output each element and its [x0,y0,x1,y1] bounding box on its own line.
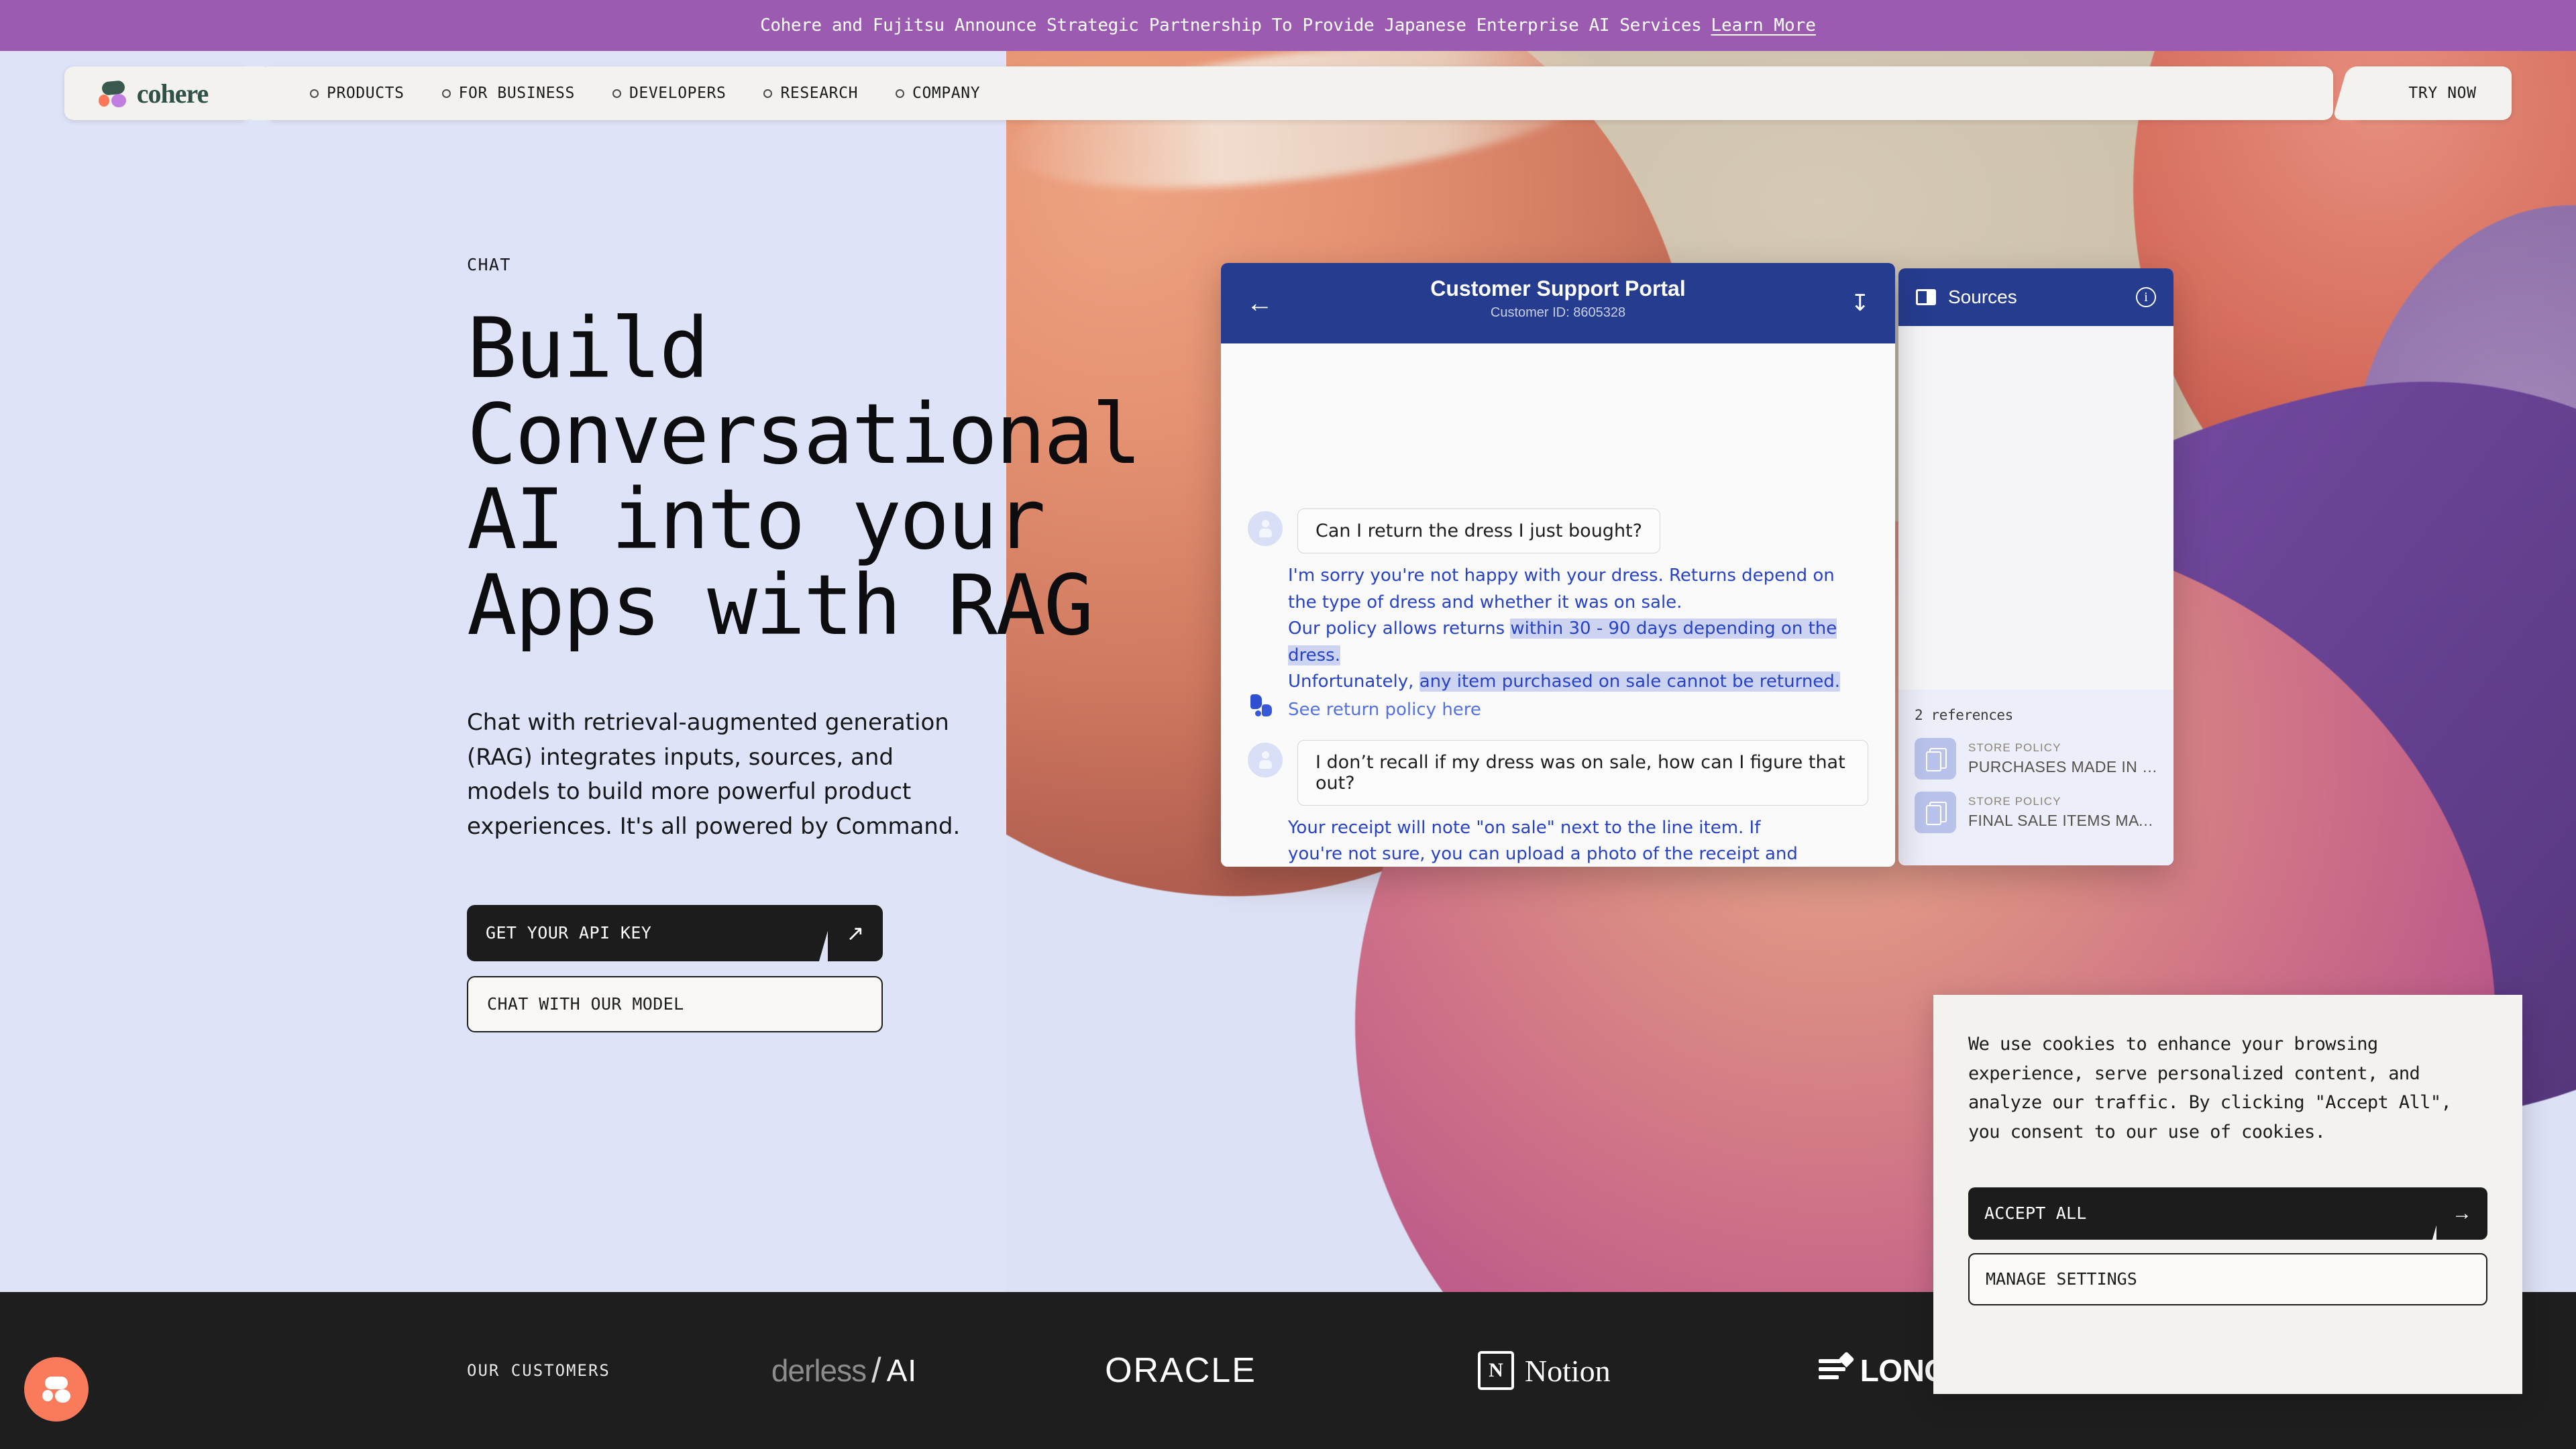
reference-kicker: STORE POLICY [1968,741,2061,754]
try-now-button[interactable]: TRY NOW [2357,66,2512,120]
avatar [1248,742,1283,777]
bot-message-line-2: Our policy allows returns within 30 - 90… [1288,616,1868,669]
chat-message-bot: Your receipt will note "on sale" next to… [1248,815,1868,867]
manage-settings-label: MANAGE SETTINGS [1986,1269,2137,1289]
logo-oracle: ORACLE [1105,1351,1256,1390]
chat-message-user: I don’t recall if my dress was on sale, … [1248,739,1868,806]
reference-name: PURCHASES MADE IN PE… [1968,758,2157,775]
cookie-consent-dialog: We use cookies to enhance your browsing … [1933,995,2522,1394]
nav-item-products[interactable]: PRODUCTS [310,85,405,102]
circle-icon [763,89,773,98]
hero-copy: CHAT Build Conversational AI into your A… [467,255,1205,1032]
references-block: 2 references STORE POLICY PURCHASES MADE… [1898,690,2174,865]
sources-panel-header: Sources i [1898,268,2174,326]
nav-item-label: PRODUCTS [327,85,405,102]
page-title: Build Conversational AI into your Apps w… [467,301,1142,655]
get-api-key-label: GET YOUR API KEY [486,923,652,943]
accept-all-button[interactable]: ACCEPT ALL [1968,1187,2426,1240]
download-icon[interactable]: ↧ [1851,292,1870,315]
info-icon[interactable]: i [2136,287,2156,307]
borderless-slash: / [871,1351,881,1390]
accept-all-label: ACCEPT ALL [1984,1203,2087,1224]
sources-panel-body: 2 references STORE POLICY PURCHASES MADE… [1898,326,2174,865]
nav-item-research[interactable]: RESEARCH [763,85,858,102]
return-policy-link[interactable]: See return policy here [1288,700,1868,720]
circle-icon [441,89,451,98]
reference-kicker: STORE POLICY [1968,795,2061,808]
logo-notion: N Notion [1477,1344,1611,1397]
top-navigation: cohere PRODUCTS FOR BUSINESS DEVELOPERS … [0,62,2576,124]
documents-icon [1915,738,1956,780]
circle-icon [896,89,905,98]
references-count: 2 references [1915,707,2013,723]
back-arrow-icon[interactable]: ← [1246,290,1273,317]
sources-panel-title: Sources [1948,286,2017,307]
notion-mark-icon: N [1477,1351,1514,1390]
get-api-key-button[interactable]: GET YOUR API KEY [467,904,812,961]
try-now-label: TRY NOW [2408,85,2477,102]
nav-item-company[interactable]: COMPANY [896,85,980,102]
chat-card-customer-id: Customer ID: 8605328 [1490,305,1626,320]
get-api-key-button-group: GET YOUR API KEY ↗ [467,904,883,961]
sources-panel: Sources i 2 references STORE POLICY PURC… [1898,268,2174,865]
chat-message-list: Can I return the dress I just bought? I'… [1221,343,1895,867]
longshot-pen-icon [1818,1351,1855,1386]
hero-description: Chat with retrieval-augmented generation… [467,708,961,840]
cookie-consent-text: We use cookies to enhance your browsing … [1968,1034,2452,1143]
nav-item-for-business[interactable]: FOR BUSINESS [441,85,575,102]
bot-message-line-1: I'm sorry you're not happy with your dre… [1288,566,1835,612]
bot-line-2-plain: Our policy allows returns [1288,619,1511,639]
bot-line-3-plain: Unfortunately, [1288,672,1419,692]
hero-eyebrow: CHAT [467,255,511,274]
list-item[interactable]: STORE POLICY PURCHASES MADE IN PE… [1915,738,2157,780]
reference-name: FINAL SALE ITEMS MAY N… [1968,812,2157,829]
list-item[interactable]: STORE POLICY FINAL SALE ITEMS MAY N… [1915,792,2157,833]
chat-card-header: ← Customer Support Portal Customer ID: 8… [1221,263,1895,343]
cookie-consent-actions: ACCEPT ALL → MANAGE SETTINGS [1968,1187,2487,1305]
bot-message-line-1: Your receipt will note "on sale" next to… [1288,817,1798,865]
manage-settings-button[interactable]: MANAGE SETTINGS [1968,1252,2487,1305]
cohere-bot-icon [1248,693,1277,720]
avatar [1248,511,1283,546]
announcement-banner: Cohere and Fujitsu Announce Strategic Pa… [0,0,2576,51]
bot-message-line-3: Unfortunately, any item purchased on sal… [1288,669,1868,696]
user-message-text: Can I return the dress I just bought? [1297,508,1660,553]
cohere-logo-text: cohere [136,78,209,109]
nav-item-label: RESEARCH [780,85,859,102]
circle-icon [612,89,621,98]
notion-text: Notion [1524,1353,1611,1388]
chat-with-our-model-button[interactable]: CHAT WITH OUR MODEL [467,975,883,1032]
nav-item-label: FOR BUSINESS [458,85,575,102]
logo-borderless-ai: derless / AI [771,1344,917,1397]
cohere-chat-mark-icon [41,1375,72,1403]
arrow-up-right-icon[interactable]: ↗ [828,904,883,961]
customers-label: OUR CUSTOMERS [467,1361,610,1380]
announcement-learn-more-link[interactable]: Learn More [1711,15,1816,36]
user-message-text: I don’t recall if my dress was on sale, … [1297,739,1868,806]
citation-highlight[interactable]: any item purchased on sale cannot be ret… [1419,672,1841,692]
cohere-logo-icon [98,78,129,109]
chat-message-bot: I'm sorry you're not happy with your dre… [1248,563,1868,720]
chat-message-user: Can I return the dress I just bought? [1248,508,1868,553]
chat-with-our-model-label: CHAT WITH OUR MODEL [487,994,684,1014]
sidebar-panel-icon[interactable] [1916,289,1936,305]
nav-item-label: DEVELOPERS [629,85,727,102]
nav-item-developers[interactable]: DEVELOPERS [612,85,726,102]
customer-support-chat-card: ← Customer Support Portal Customer ID: 8… [1221,263,1895,867]
cohere-logo[interactable]: cohere [64,66,246,120]
nav-item-label: COMPANY [912,85,981,102]
borderless-ai-text: AI [886,1353,918,1388]
borderless-text: derless [771,1353,867,1388]
accept-all-button-group: ACCEPT ALL → [1968,1187,2487,1240]
chat-widget-button[interactable] [24,1357,89,1421]
chat-card-title: Customer Support Portal [1430,276,1686,301]
nav-menu: PRODUCTS FOR BUSINESS DEVELOPERS RESEARC… [270,66,2333,120]
circle-icon [310,89,319,98]
hero-cta-row: GET YOUR API KEY ↗ CHAT WITH OUR MODEL [467,904,1205,1032]
documents-icon [1915,792,1956,833]
announcement-text: Cohere and Fujitsu Announce Strategic Pa… [760,15,1702,36]
